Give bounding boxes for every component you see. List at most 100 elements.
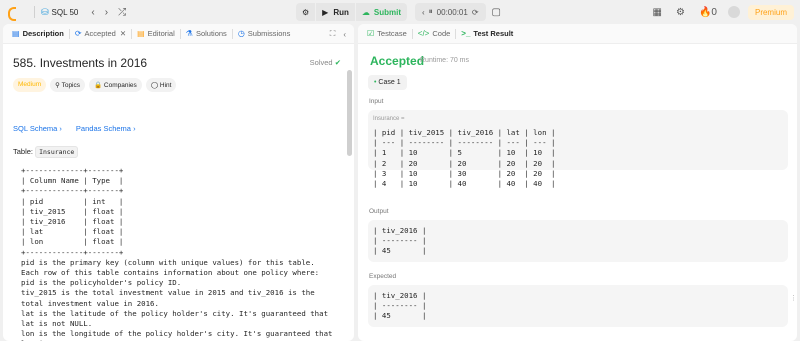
- upload-cloud-icon: ☁: [361, 7, 370, 17]
- premium-button[interactable]: Premium: [747, 4, 794, 20]
- output-table: | tiv_2016 | | -------- | | 45 |: [373, 226, 427, 256]
- tab-code[interactable]: </> Code: [413, 24, 456, 44]
- difficulty-badge: Medium: [13, 78, 47, 92]
- companies-chip[interactable]: 🔒 Companies: [89, 78, 142, 92]
- solved-label: Solved: [309, 58, 333, 67]
- book-icon: ▤: [137, 29, 145, 38]
- chip-label: Hint: [159, 82, 172, 89]
- check-box-icon: ☑: [367, 29, 375, 38]
- collapse-timer-icon[interactable]: ‹: [422, 8, 425, 17]
- chip-label: Topics: [61, 82, 81, 89]
- input-box: Insurance = | pid | tiv_2015 | tiv_2016 …: [368, 110, 788, 188]
- tab-accepted[interactable]: ⟳ Accepted ✕: [70, 24, 131, 44]
- problem-description: +-------------+-------+ | Column Name | …: [21, 166, 333, 341]
- divider: [34, 6, 35, 18]
- scroll-handle-icon[interactable]: ⋮: [790, 294, 797, 310]
- timer: ‹ ⏸ 00:00:01 ⟳: [415, 3, 486, 21]
- close-icon[interactable]: ✕: [120, 29, 126, 38]
- avatar[interactable]: [727, 6, 740, 18]
- chevron-right-icon: ›: [59, 124, 62, 133]
- clock-icon: ◷: [237, 29, 245, 38]
- tab-label: Code: [432, 29, 451, 38]
- tab-label: Test Result: [473, 29, 514, 38]
- tab-solutions[interactable]: ⚗ Solutions: [181, 24, 232, 44]
- tab-testcase[interactable]: ☑ Testcase: [362, 24, 412, 44]
- bug-icon: ⚙: [302, 7, 310, 17]
- tab-test-result[interactable]: >_ Test Result: [456, 24, 518, 44]
- scrollbar[interactable]: [347, 70, 352, 156]
- fire-icon[interactable]: 🔥0: [699, 7, 717, 18]
- link-label: Pandas Schema: [75, 124, 131, 133]
- expected-box: | tiv_2016 | | -------- | | 45 |: [368, 285, 788, 327]
- pandas-schema-link[interactable]: Pandas Schema ›: [76, 124, 136, 133]
- play-icon: ▶: [322, 7, 329, 17]
- case-1-tab[interactable]: • Case 1: [368, 75, 407, 90]
- expected-label: Expected: [369, 273, 397, 280]
- collapse-panel-icon[interactable]: ‹: [343, 30, 346, 39]
- shuffle-icon[interactable]: ⤮: [118, 7, 126, 18]
- expected-table: | tiv_2016 | | -------- | | 45 |: [373, 291, 427, 321]
- result-status: Accepted: [370, 54, 425, 68]
- problem-list-title[interactable]: SQL 50: [52, 8, 79, 17]
- left-tab-bar: ▤ Description ⟳ Accepted ✕ ▤ Editorial ⚗…: [3, 24, 354, 44]
- runtime-text: Runtime: 70 ms: [420, 57, 470, 64]
- link-label: SQL Schema: [13, 124, 58, 133]
- output-box: | tiv_2016 | | -------- | | 45 |: [368, 220, 788, 262]
- input-table: | pid | tiv_2015 | tiv_2016 | lat | lon …: [373, 128, 556, 189]
- bullet-icon: •: [374, 79, 377, 86]
- streak-count: 0: [711, 6, 717, 18]
- lightbulb-icon: ◯: [150, 82, 160, 89]
- lock-icon: 🔒: [94, 82, 104, 89]
- database-icon: ⛁: [41, 6, 49, 17]
- tab-editorial[interactable]: ▤ Editorial: [132, 24, 180, 44]
- flask-icon: ⚗: [185, 29, 193, 38]
- tab-label: Editorial: [147, 29, 175, 38]
- table-prefix: Table:: [13, 147, 34, 156]
- description-icon: ▤: [12, 29, 20, 38]
- layout-grid-icon[interactable]: ▦: [653, 7, 662, 18]
- chip-label: Companies: [103, 82, 137, 89]
- right-tab-bar: ☑ Testcase </> Code >_ Test Result: [358, 24, 797, 44]
- pause-icon[interactable]: ⏸: [429, 7, 433, 17]
- run-button[interactable]: ▶ Run: [316, 3, 355, 21]
- note-icon[interactable]: ▢: [492, 7, 501, 18]
- next-problem-icon[interactable]: ›: [105, 7, 108, 18]
- solved-status: Solved ✔: [310, 58, 341, 67]
- settings-icon[interactable]: ⚙: [676, 7, 685, 18]
- description-panel: ▤ Description ⟳ Accepted ✕ ▤ Editorial ⚗…: [3, 24, 354, 341]
- run-label: Run: [333, 7, 349, 17]
- check-circle-icon: ✔: [334, 58, 341, 67]
- tab-label: Description: [22, 29, 64, 38]
- reset-icon[interactable]: ⟳: [472, 8, 479, 17]
- tab-label: Solutions: [195, 29, 227, 38]
- submit-label: Submit: [373, 7, 401, 17]
- debug-button[interactable]: ⚙: [296, 3, 316, 21]
- maximize-icon[interactable]: ⛶: [330, 29, 336, 39]
- chevron-right-icon: ›: [133, 124, 136, 133]
- tab-label: Accepted: [84, 29, 116, 38]
- topics-chip[interactable]: ⚲ Topics: [50, 78, 86, 92]
- timer-value: 00:00:01: [436, 7, 468, 17]
- code-icon: </>: [417, 29, 430, 38]
- table-heading: Table: Insurance: [13, 146, 79, 158]
- terminal-icon: >_: [461, 29, 471, 38]
- submit-button[interactable]: ☁ Submit: [355, 3, 407, 21]
- case-label: Case 1: [378, 79, 401, 86]
- prev-problem-icon[interactable]: ‹: [91, 7, 94, 18]
- result-panel: ☑ Testcase </> Code >_ Test Result Accep…: [358, 24, 797, 341]
- input-caption: Insurance =: [373, 116, 405, 122]
- problem-title: 585. Investments in 2016: [13, 56, 148, 70]
- sql-schema-link[interactable]: SQL Schema ›: [13, 124, 62, 133]
- leetcode-logo-icon[interactable]: [6, 6, 18, 21]
- input-label: Input: [369, 98, 384, 105]
- schema-links: SQL Schema › Pandas Schema ›: [13, 124, 136, 133]
- hint-chip[interactable]: ◯ Hint: [145, 78, 177, 92]
- tab-label: Submissions: [247, 29, 291, 38]
- tab-label: Testcase: [377, 29, 407, 38]
- tab-submissions[interactable]: ◷ Submissions: [233, 24, 296, 44]
- problem-tags: Medium ⚲ Topics 🔒 Companies ◯ Hint: [13, 78, 177, 92]
- table-name-code: Insurance: [35, 146, 79, 158]
- history-icon: ⟳: [74, 29, 82, 38]
- top-bar: ⛁ SQL 50 ‹ › ⤮ ⚙ ▶ Run ☁ Submit ‹ ⏸ 00:0…: [0, 0, 800, 24]
- tab-description[interactable]: ▤ Description: [7, 24, 69, 44]
